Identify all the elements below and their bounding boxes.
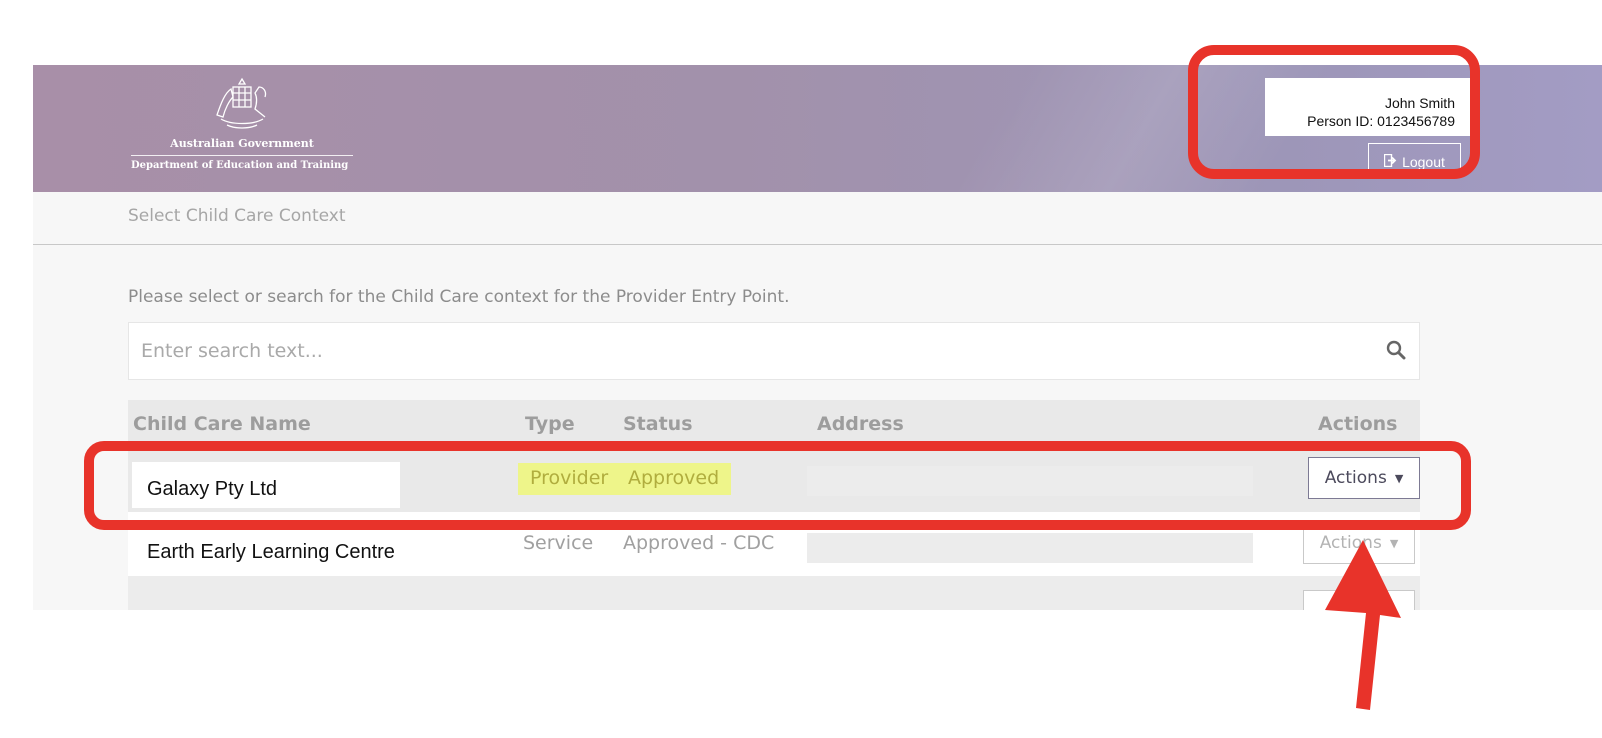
- annotation-arrow-icon: [1325, 540, 1401, 710]
- column-header-address[interactable]: Address: [817, 413, 904, 435]
- department-name: Department of Education and Training: [131, 160, 349, 171]
- column-header-actions: Actions: [1318, 413, 1398, 435]
- column-header-name[interactable]: Child Care Name: [133, 413, 311, 435]
- search-icon[interactable]: [1385, 339, 1407, 365]
- logo-divider: [131, 155, 353, 156]
- search-placeholder: Enter search text...: [141, 340, 323, 362]
- instructions-text: Please select or search for the Child Ca…: [128, 287, 790, 307]
- address-cell: [807, 533, 1253, 563]
- government-name: Australian Government: [170, 137, 314, 150]
- page-title: Select Child Care Context: [128, 206, 346, 226]
- coat-of-arms-icon: [216, 77, 267, 129]
- breadcrumb-bar: Select Child Care Context: [33, 192, 1602, 245]
- government-logo[interactable]: Australian Government Department of Educ…: [131, 75, 353, 185]
- status-cell: Approved - CDC: [623, 532, 775, 554]
- column-header-type[interactable]: Type: [525, 413, 575, 435]
- annotation-user-box: [1188, 45, 1480, 179]
- table-row[interactable]: [128, 576, 1420, 610]
- search-input[interactable]: Enter search text...: [128, 322, 1420, 380]
- column-header-status[interactable]: Status: [623, 413, 693, 435]
- annotation-row-highlight: [84, 441, 1471, 530]
- type-cell: Service: [523, 532, 594, 554]
- child-care-name: Earth Early Learning Centre: [147, 541, 395, 563]
